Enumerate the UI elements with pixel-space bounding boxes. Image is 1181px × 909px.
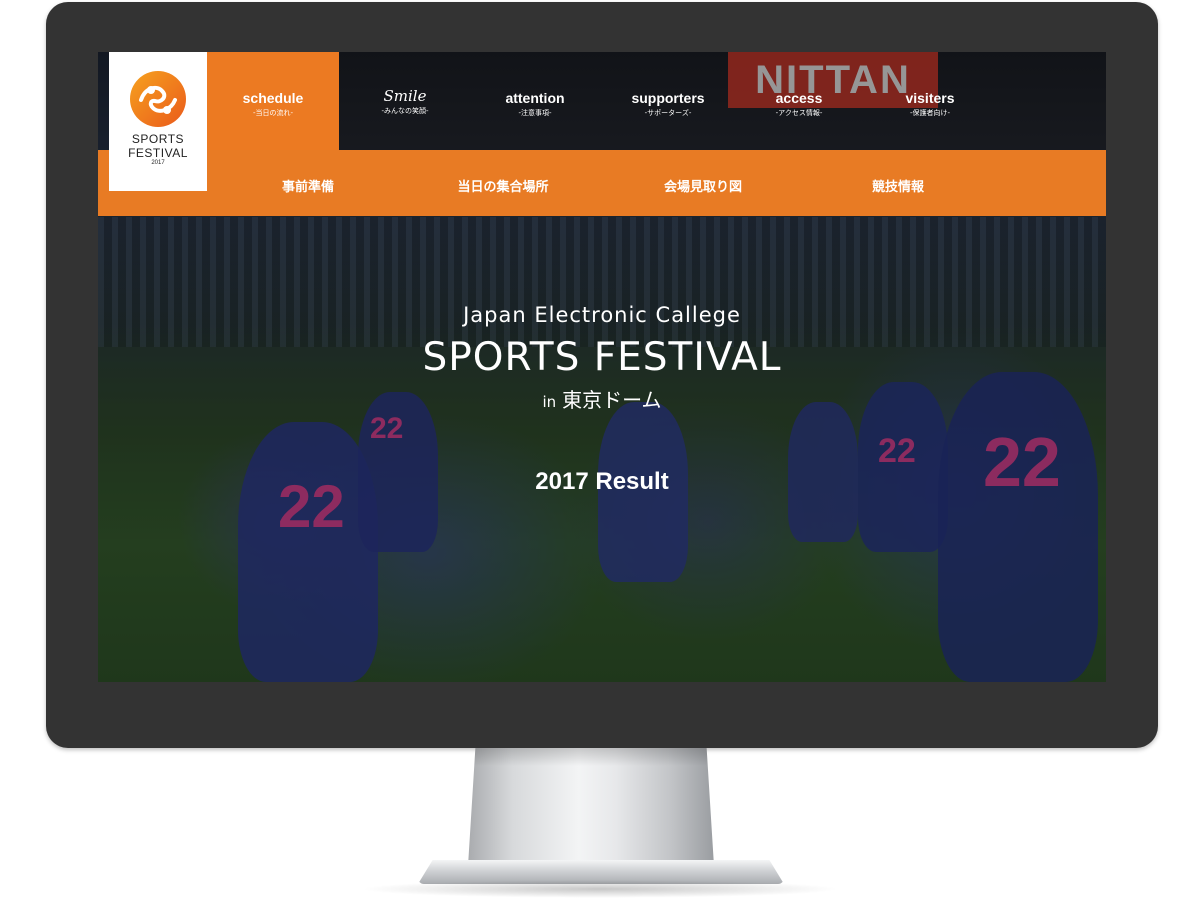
site-header: SPORTS FESTIVAL 2017 schedule -当日の流れ- Sm… (98, 52, 1106, 216)
nav-sublabel: -当日の流れ- (252, 109, 294, 117)
nav-label: access (775, 90, 823, 106)
nav-sublabel: -みんなの笑顔- (381, 107, 429, 115)
hero-venue: in 東京ドーム (98, 386, 1106, 416)
desktop-mockup: NITTAN 22 22 22 22 SPORTS FESTIVAL 2017 … (0, 0, 1181, 909)
stand-shadow (360, 880, 840, 898)
subnav-item-preparation[interactable]: 事前準備 (248, 176, 368, 195)
nav-item-smile[interactable]: Smile -みんなの笑顔- (360, 88, 450, 116)
nav-label: schedule (242, 90, 304, 106)
hero-subtitle: Japan Electronic Callege (463, 303, 741, 327)
monitor-stand (468, 748, 714, 866)
site-logo[interactable]: SPORTS FESTIVAL 2017 (109, 52, 207, 191)
nav-item-schedule[interactable]: schedule -当日の流れ- (228, 90, 318, 118)
result-link[interactable]: 2017 Result (98, 468, 1106, 496)
venue-name: 東京ドーム (562, 388, 662, 412)
subnav-item-competition-info[interactable]: 競技情報 (838, 176, 958, 195)
nav-item-attention[interactable]: attention -注意事項- (490, 90, 580, 118)
nav-label: Smile (383, 87, 427, 105)
festival-logo-icon (130, 71, 186, 127)
subnav-item-meeting-place[interactable]: 当日の集合場所 (433, 176, 573, 195)
nav-label: attention (505, 90, 565, 106)
logo-title: SPORTS FESTIVAL (128, 132, 188, 160)
venue-prefix: in (542, 393, 557, 411)
nav-sublabel: -注意事項- (518, 109, 552, 117)
nav-sublabel: -アクセス情報- (775, 109, 823, 117)
logo-year: 2017 (151, 160, 165, 166)
nav-label: supporters (631, 90, 705, 106)
nav-item-visiters[interactable]: visiters -保護者向け- (885, 90, 975, 118)
nav-sublabel: -保護者向け- (909, 109, 951, 117)
subnav-item-venue-map[interactable]: 会場見取り図 (638, 176, 768, 195)
website-screen: NITTAN 22 22 22 22 SPORTS FESTIVAL 2017 … (98, 52, 1106, 682)
nav-label: visiters (905, 90, 955, 106)
nav-item-access[interactable]: access -アクセス情報- (754, 90, 844, 118)
nav-sublabel: -サポーターズ- (644, 109, 692, 117)
hero-section: Japan Electronic Callege SPORTS FESTIVAL… (98, 302, 1106, 496)
nav-item-supporters[interactable]: supporters -サポーターズ- (618, 90, 718, 118)
hero-title: SPORTS FESTIVAL (422, 335, 782, 380)
